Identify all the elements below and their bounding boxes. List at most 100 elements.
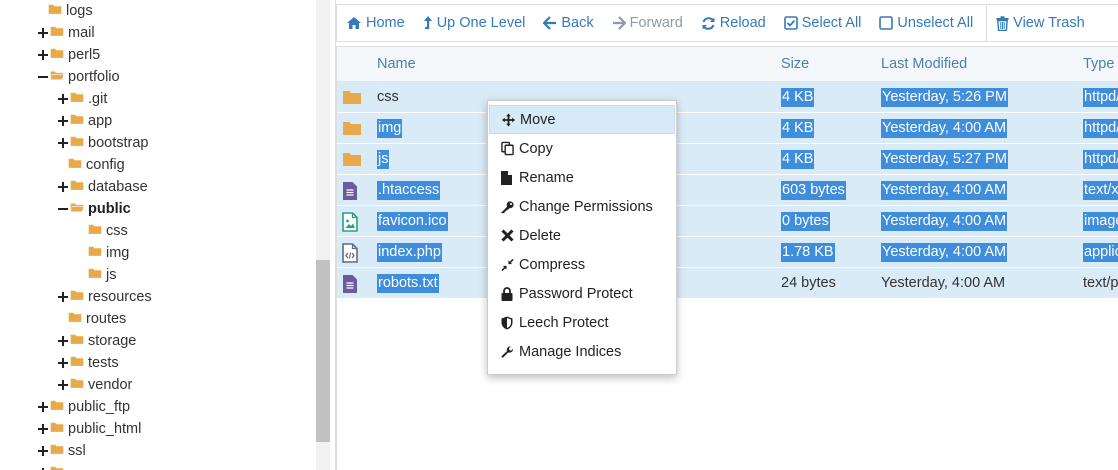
x-icon <box>501 229 519 242</box>
file-name: js <box>377 150 390 169</box>
tree-item[interactable]: js <box>88 264 116 286</box>
tree-item[interactable]: routes <box>68 308 126 330</box>
tree-item[interactable]: database <box>58 176 148 198</box>
column-header-size[interactable]: Size <box>781 56 809 72</box>
tree-scrollbar-thumb[interactable] <box>316 260 330 442</box>
tree-item[interactable]: css <box>88 220 128 242</box>
column-header-name[interactable]: Name <box>377 56 416 72</box>
expand-icon[interactable] <box>58 110 68 132</box>
tree-item[interactable]: config <box>68 154 125 176</box>
folder-icon <box>50 418 64 440</box>
expand-icon[interactable] <box>58 88 68 110</box>
tree-item[interactable]: img <box>88 242 129 264</box>
folder-icon <box>70 330 84 352</box>
tree-item[interactable]: public_html <box>38 418 141 440</box>
tree-item[interactable]: logs <box>48 0 93 22</box>
tree-item[interactable]: storage <box>58 330 136 352</box>
collapse-icon[interactable] <box>58 198 68 220</box>
menu-item-label: Rename <box>519 169 574 186</box>
folder-icon <box>68 308 82 330</box>
menu-item-password-protect[interactable]: Password Protect <box>489 279 675 308</box>
directory-tree: logs mail perl5 portfolio .git app bootstrap co… <box>0 0 316 470</box>
file-type: text/pl <box>1083 275 1118 291</box>
column-header-type[interactable]: Type <box>1083 56 1114 72</box>
tree-item-label: js <box>106 267 117 283</box>
reload-button[interactable]: Reload <box>692 5 775 41</box>
expand-icon[interactable] <box>58 286 68 308</box>
expand-icon[interactable] <box>38 440 48 462</box>
expand-icon[interactable] <box>58 176 68 198</box>
expand-icon[interactable] <box>58 352 68 374</box>
home-button[interactable]: Home <box>337 5 414 41</box>
table-row[interactable]: index.php 1.78 KB Yesterday, 4:00 AM applic <box>337 237 1118 268</box>
tree-item-label: public <box>88 201 131 217</box>
tree-item[interactable]: bootstrap <box>58 132 148 154</box>
tree-item[interactable]: resources <box>58 286 152 308</box>
table-row[interactable]: css 4 KB Yesterday, 5:26 PM httpd/ <box>337 82 1118 113</box>
forward-button[interactable]: Forward <box>603 5 692 41</box>
tree-item-label: routes <box>86 311 127 327</box>
menu-item-delete[interactable]: Delete <box>489 221 675 250</box>
expand-icon[interactable] <box>38 22 48 44</box>
menu-item-change-permissions[interactable]: Change Permissions <box>489 192 675 221</box>
tree-item[interactable]: app <box>58 110 112 132</box>
folder-open-icon <box>70 198 84 220</box>
tree-item[interactable]: public <box>58 198 131 220</box>
tree-item-label: database <box>88 179 148 195</box>
trash-icon <box>996 15 1009 31</box>
table-row[interactable]: img 4 KB Yesterday, 4:00 AM httpd/ <box>337 113 1118 144</box>
tree-item-label: vendor <box>88 377 133 393</box>
collapse-icon[interactable] <box>38 66 48 88</box>
unselect-all-button[interactable]: Unselect All <box>870 5 982 41</box>
expand-icon[interactable] <box>38 44 48 66</box>
menu-item-compress[interactable]: Compress <box>489 250 675 279</box>
menu-item-leech-protect[interactable]: Leech Protect <box>489 308 675 337</box>
view-trash-button[interactable]: View Trash <box>987 5 1093 41</box>
menu-item-label: Copy <box>519 140 553 157</box>
tree-item[interactable]: perl5 <box>38 44 100 66</box>
folder-icon <box>70 374 84 396</box>
menu-item-copy[interactable]: Copy <box>489 134 675 163</box>
tree-item[interactable]: tests <box>58 352 119 374</box>
expand-icon[interactable] <box>38 396 48 418</box>
tree-item[interactable]: public_ftp <box>38 396 130 418</box>
expand-icon[interactable] <box>58 330 68 352</box>
folder-icon <box>70 352 84 374</box>
table-row[interactable]: robots.txt 24 bytes Yesterday, 4:00 AM text… <box>337 268 1118 299</box>
file-size: 24 bytes <box>781 275 836 291</box>
tree-item-label: portfolio <box>68 69 120 85</box>
table-row[interactable]: favicon.ico 0 bytes Yesterday, 4:00 AM imag… <box>337 206 1118 237</box>
tree-item-clipped[interactable] <box>38 462 68 470</box>
view-trash-label: View Trash <box>1013 15 1085 31</box>
file-name: css <box>377 89 399 105</box>
folder-icon <box>342 151 362 170</box>
folder-icon <box>50 396 64 418</box>
menu-item-move[interactable]: Move <box>489 105 675 134</box>
table-row[interactable]: .htaccess 603 bytes Yesterday, 4:00 AM text… <box>337 175 1118 206</box>
back-button[interactable]: Back <box>534 5 602 41</box>
file-size: 4 KB <box>781 119 815 138</box>
level-up-icon <box>423 15 432 29</box>
tree-item[interactable]: ssl <box>38 440 86 462</box>
up-one-level-button[interactable]: Up One Level <box>414 5 535 41</box>
expand-icon[interactable] <box>38 418 48 440</box>
folder-icon <box>342 89 362 108</box>
tree-item-label: perl5 <box>68 47 101 63</box>
text-file-icon <box>342 274 358 297</box>
column-header-modified[interactable]: Last Modified <box>881 56 967 72</box>
expand-icon[interactable] <box>58 132 68 154</box>
expand-icon[interactable] <box>58 374 68 396</box>
expand-icon[interactable] <box>38 462 48 470</box>
lock-icon <box>501 286 519 301</box>
table-row[interactable]: js 4 KB Yesterday, 5:27 PM httpd/ <box>337 144 1118 175</box>
home-icon <box>347 17 361 29</box>
menu-item-rename[interactable]: Rename <box>489 163 675 192</box>
folder-icon <box>70 286 84 308</box>
menu-item-manage-indices[interactable]: Manage Indices <box>489 337 675 366</box>
tree-item[interactable]: .git <box>58 88 107 110</box>
file-modified: Yesterday, 5:27 PM <box>881 150 1008 169</box>
tree-item[interactable]: mail <box>38 22 95 44</box>
tree-item[interactable]: vendor <box>58 374 132 396</box>
select-all-button[interactable]: Select All <box>775 5 871 41</box>
tree-item[interactable]: portfolio <box>38 66 120 88</box>
